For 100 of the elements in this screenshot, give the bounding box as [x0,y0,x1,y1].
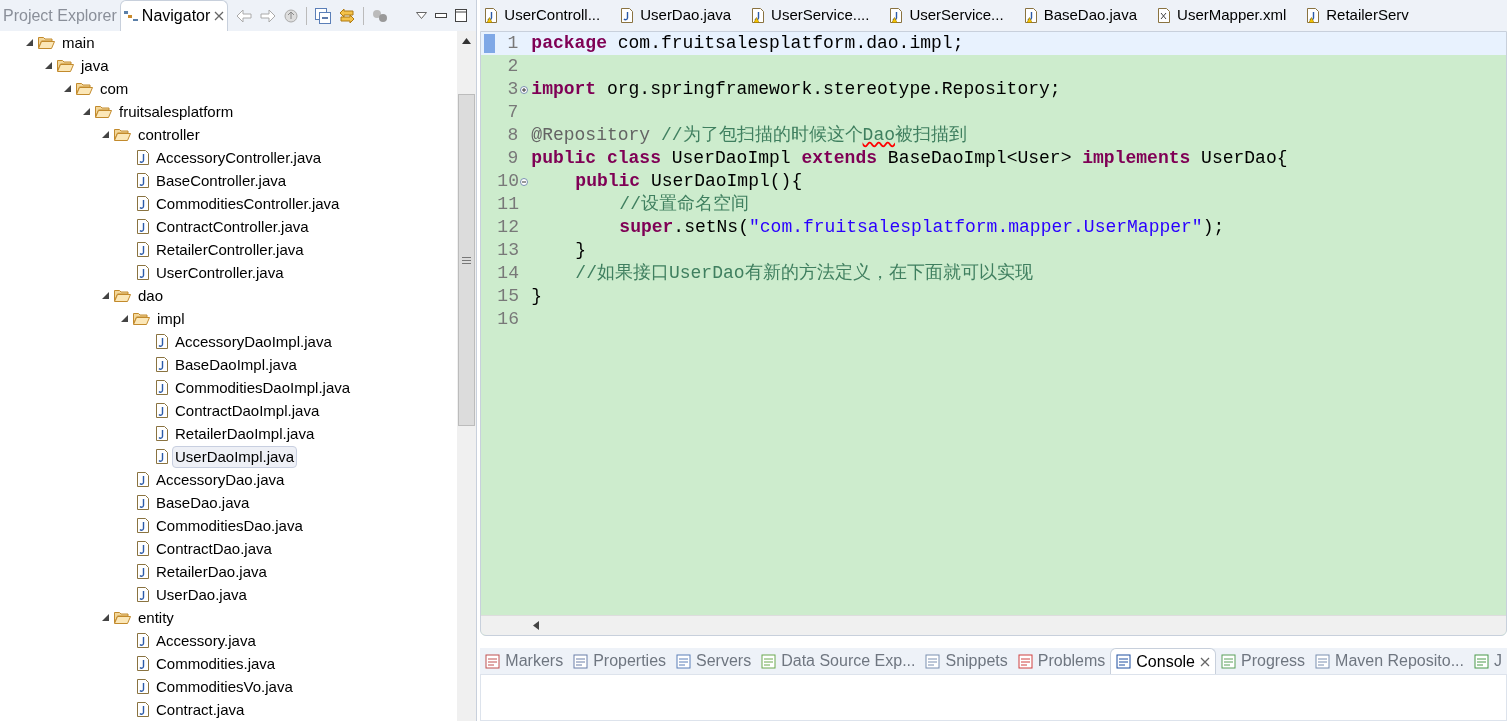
java-file-icon [137,196,149,211]
view-icon [485,653,501,669]
java-file-icon [156,357,168,372]
expanded-arrow-icon[interactable] [82,108,90,115]
tree-item[interactable]: AccessoryController.java [153,146,325,169]
java-file-icon [137,150,149,165]
line-number: 3 [506,78,519,101]
view-icon [573,653,589,669]
horizontal-scrollbar[interactable] [481,615,1506,635]
folder-up-icon[interactable] [284,8,299,23]
tree-item[interactable]: CommoditiesController.java [153,192,343,215]
tree-item[interactable]: entity [135,606,177,629]
line-number: 16 [497,308,519,331]
tree-item[interactable]: dao [135,284,167,307]
view-icon [1116,654,1132,669]
code-line: //如果接口UserDao有新的方法定义，在下面就可以实现 [575,262,1033,285]
tree-item[interactable]: RetailerDaoImpl.java [172,422,318,445]
expanded-arrow-icon[interactable] [63,85,71,92]
line-number: 13 [497,239,519,262]
view-tab[interactable]: Properties [568,648,672,674]
tree-item[interactable]: Contract.java [153,698,248,721]
view-tab[interactable]: Maven Reposito... [1310,648,1469,674]
maximize-icon[interactable] [455,9,468,22]
folder-icon [76,82,93,95]
tree-item[interactable]: UserDao.java [153,583,250,606]
tree-item[interactable]: Accessory.java [153,629,259,652]
line-number: 8 [506,124,519,147]
code-line: super.setNs("com.fruitsalesplatform.mapper.UserMapper"); [619,216,1225,239]
line-number: 15 [497,285,519,308]
code-line: public UserDaoImpl(){ [575,170,803,193]
tree-item[interactable]: fruitsalesplatform [116,100,237,123]
expanded-arrow-icon[interactable] [25,39,33,46]
tree-item[interactable]: CommoditiesVo.java [153,675,296,698]
tree-item[interactable]: ContractDao.java [153,537,275,560]
java-file-icon [137,495,149,510]
tree-item[interactable]: impl [154,307,188,330]
folder-icon [114,611,131,624]
tree-item[interactable]: UserController.java [153,261,287,284]
editor-tab[interactable]: UserControll... [480,0,617,31]
tree-item[interactable]: CommoditiesDaoImpl.java [172,376,354,399]
tree-item[interactable]: ContractController.java [153,215,312,238]
expanded-arrow-icon[interactable] [120,315,128,322]
line-number: 9 [506,147,519,170]
expanded-arrow-icon[interactable] [101,614,109,621]
expanded-arrow-icon[interactable] [44,62,52,69]
view-tab[interactable]: Console [1110,648,1216,674]
expand-fold-icon[interactable] [520,85,529,94]
tree-item[interactable]: AccessoryDao.java [153,468,288,491]
tree-item[interactable]: RetailerController.java [153,238,307,261]
line-number: 12 [497,216,519,239]
view-icon [925,653,941,669]
tree-item[interactable]: main [59,31,98,54]
view-icon [1017,653,1033,669]
tree-item[interactable]: CommoditiesDao.java [153,514,306,537]
editor-tab[interactable]: BaseDao.java [1019,0,1154,31]
view-tab[interactable]: Servers [671,648,757,674]
tree-item[interactable]: BaseController.java [153,169,290,192]
view-tab[interactable]: J [1469,648,1507,674]
scroll-left-arrow-icon[interactable] [533,621,540,630]
editor-tab[interactable]: UserService.... [747,0,886,31]
close-icon[interactable] [214,11,225,21]
collapse-fold-icon[interactable] [520,177,529,186]
expanded-arrow-icon[interactable] [101,292,109,299]
view-tab[interactable]: Data Source Exp... [756,648,921,674]
tree-item[interactable]: java [78,54,112,77]
view-tab[interactable]: Markers [480,648,569,674]
link-arrows-icon[interactable] [339,7,356,24]
view-tab[interactable]: Snippets [920,648,1013,674]
tree-item[interactable]: Commodities.java [153,652,279,675]
editor-tab[interactable]: UserDao.java [616,0,748,31]
view-tab[interactable]: Progress [1216,648,1311,674]
tree-item[interactable]: RetailerDao.java [153,560,270,583]
collapse-all-icon[interactable] [315,7,332,24]
tree-item[interactable]: AccessoryDaoImpl.java [172,330,335,353]
editor-tab[interactable]: RetailerServ [1302,0,1425,31]
tree-item[interactable]: BaseDao.java [153,491,253,514]
view-icon [676,653,692,669]
editor-tab[interactable]: UserMapper.xml [1153,0,1303,31]
tree-item[interactable]: ContractDaoImpl.java [172,399,323,422]
editor-tab[interactable]: UserService... [885,0,1020,31]
tree-item[interactable]: controller [135,123,203,146]
scroll-up-arrow-icon[interactable] [462,38,472,44]
line-number: 10 [497,170,519,193]
tree-item[interactable]: com [97,77,132,100]
view-tab[interactable]: Navigator [119,0,229,31]
java-file-icon [137,541,149,556]
vertical-scrollbar[interactable] [457,31,477,721]
expanded-arrow-icon[interactable] [101,131,109,138]
java-file-icon [156,403,168,418]
scrollbar-thumb[interactable] [458,94,476,426]
view-tab[interactable]: Problems [1012,648,1111,674]
folder-icon [114,289,131,302]
folder-icon [57,59,74,72]
minimize-icon[interactable] [435,13,448,18]
line-number: 11 [497,193,519,216]
tree-item[interactable]: BaseDaoImpl.java [172,353,300,376]
view-menu-icon[interactable] [416,12,428,19]
tree-item[interactable]: UserDaoImpl.java [172,445,298,468]
folder-icon [114,128,131,141]
close-icon[interactable] [1200,656,1210,667]
